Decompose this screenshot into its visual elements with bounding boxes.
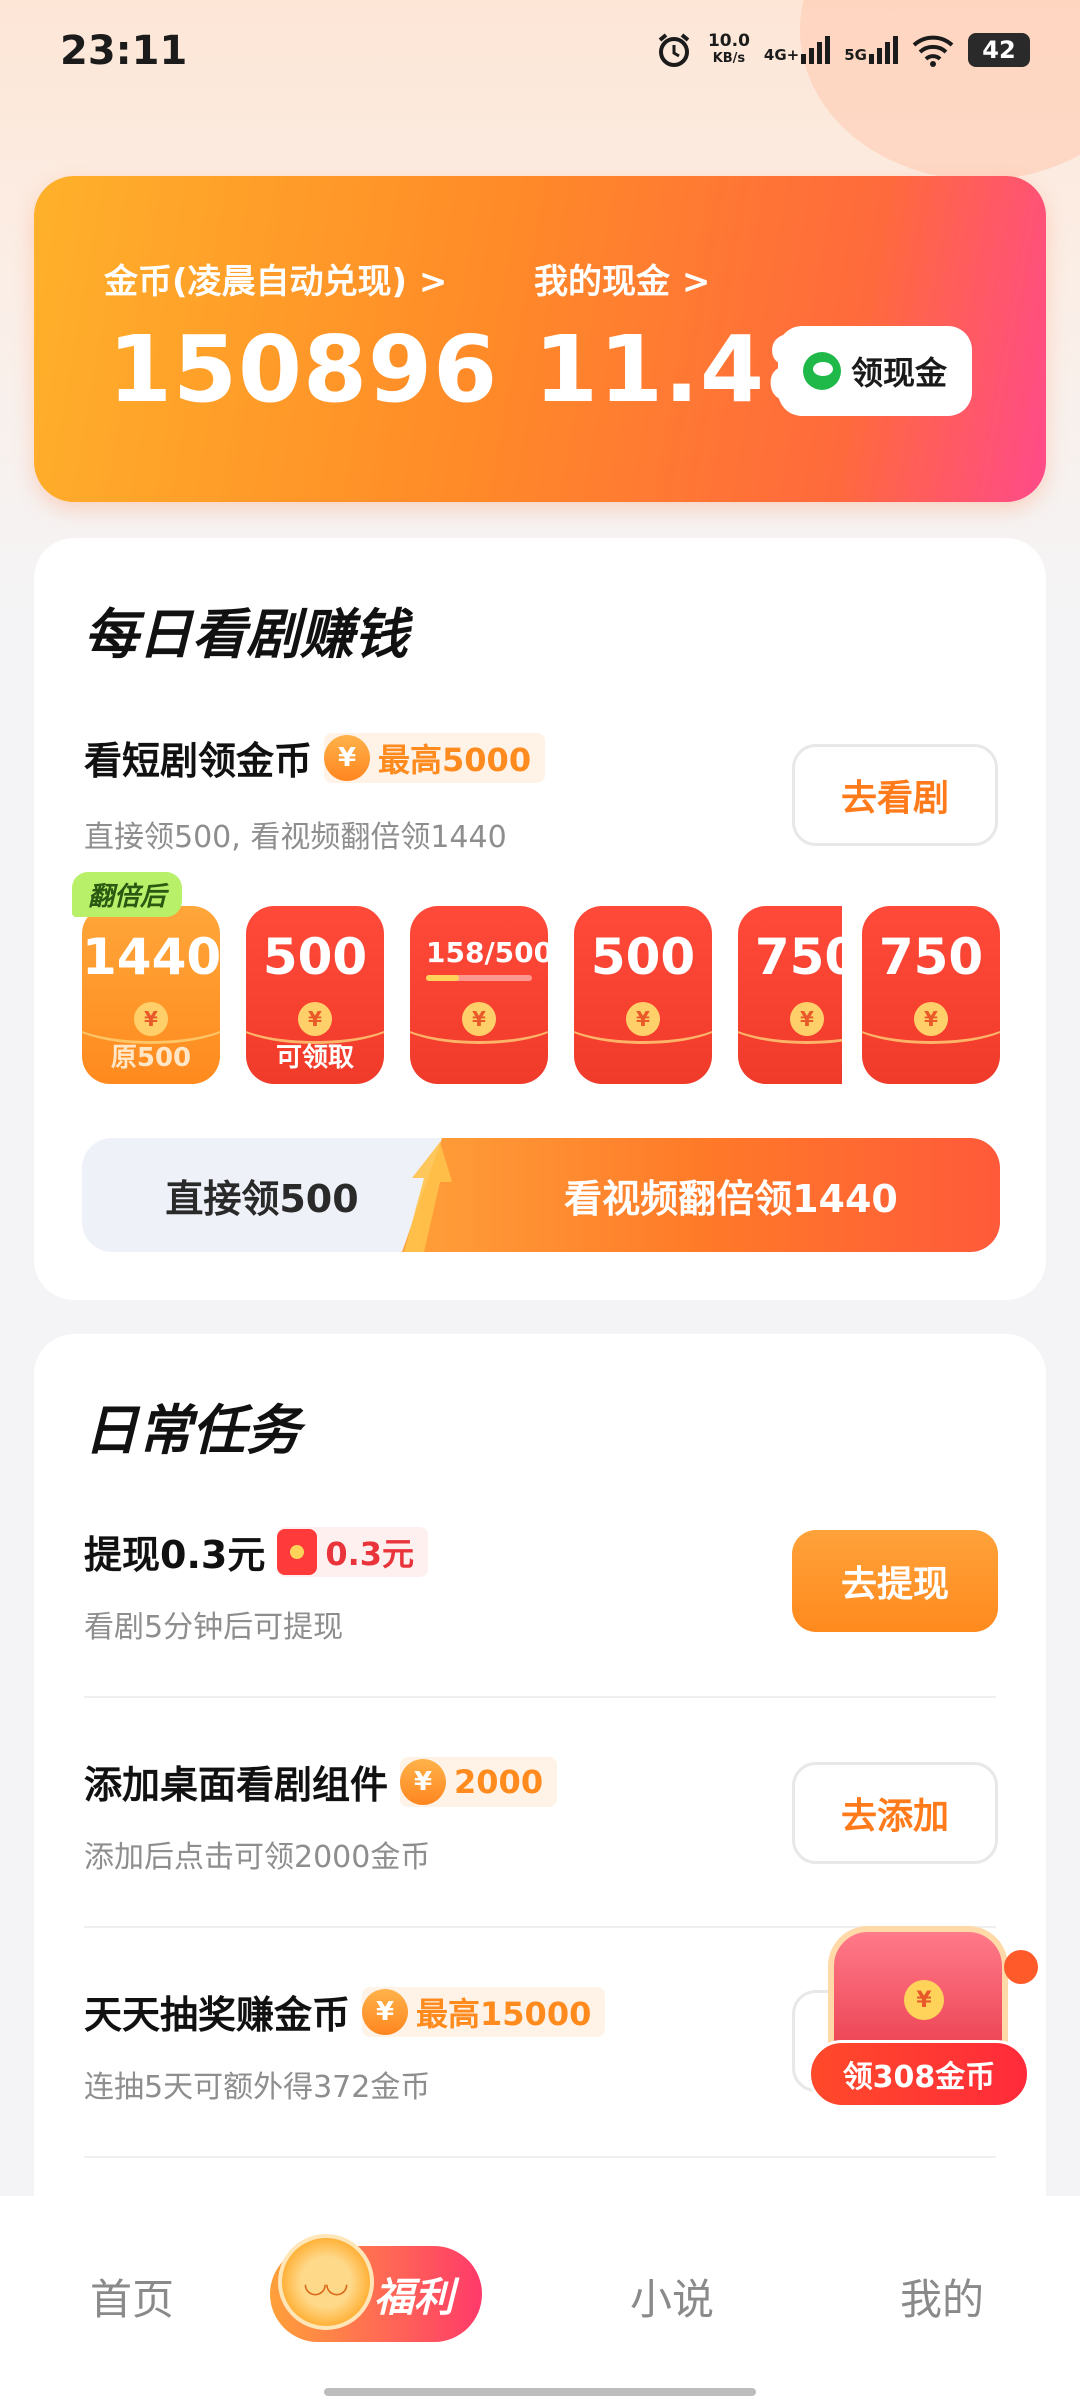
- treasure-chest-widget[interactable]: ¥ 领308金币: [808, 1916, 1038, 2116]
- cash-tag: 0.3元: [277, 1526, 429, 1577]
- red-envelope[interactable]: 1440 ¥ 原500: [82, 906, 220, 1084]
- wallet-card: 金币(凌晨自动兑现) > 150896 我的现金 > 11.48 领现金: [34, 176, 1046, 502]
- envelope-amount: 1440: [82, 928, 220, 986]
- claim-direct-button[interactable]: 直接领500: [82, 1138, 442, 1252]
- coins-value: 150896: [108, 316, 499, 423]
- battery-icon: 42: [968, 33, 1030, 67]
- withdraw-cash-label: 领现金: [850, 354, 947, 392]
- envelope-caption: 原500: [110, 1043, 192, 1073]
- yen-icon: ¥: [914, 1002, 948, 1036]
- coin-tag: ¥ 2000: [400, 1756, 558, 1807]
- coin-icon: ¥: [324, 734, 371, 781]
- yen-icon: ¥: [134, 1002, 168, 1036]
- coin-tag-text: 2000: [454, 1762, 544, 1801]
- task-title: 看短剧领金币 ¥ 最高5000: [84, 730, 546, 785]
- watch-drama-button[interactable]: 去看剧: [792, 744, 998, 846]
- task-title-text: 天天抽奖赚金币: [84, 1993, 351, 2037]
- signal-1-label: 4G+: [763, 46, 800, 64]
- claim-double-button[interactable]: 看视频翻倍领1440: [402, 1138, 1000, 1252]
- task-title-text: 提现0.3元: [84, 1533, 266, 1577]
- arrow-up-icon: [404, 1142, 452, 1252]
- cash-link[interactable]: 我的现金 >: [534, 254, 710, 303]
- section-title: 每日看剧赚钱: [84, 603, 408, 666]
- red-envelope[interactable]: 500 ¥: [574, 906, 712, 1084]
- yen-icon: ¥: [790, 1002, 824, 1036]
- red-envelope[interactable]: 500 ¥ 可领取: [246, 906, 384, 1084]
- coin-tag-text: 最高15000: [416, 1994, 592, 2033]
- red-envelope-icon: [277, 1528, 318, 1575]
- task-title-text: 添加桌面看剧组件: [84, 1763, 389, 1807]
- red-envelope[interactable]: 750 ¥: [738, 906, 842, 1084]
- yen-icon: ¥: [462, 1002, 496, 1036]
- signal-icon: 5G: [844, 36, 898, 64]
- status-icons: 10.0 KB/s 4G+ 5G 42: [654, 30, 1030, 70]
- divider: [84, 1696, 996, 1698]
- nav-novel[interactable]: 小说: [630, 2266, 714, 2327]
- coin-icon: ◡◡: [278, 2234, 374, 2330]
- claim-choice-bar: 直接领500 看视频翻倍领1440: [82, 1138, 1000, 1252]
- envelope-amount: 750: [878, 928, 984, 986]
- progress-fill: [426, 975, 460, 981]
- net-speed-unit: KB/s: [712, 51, 746, 66]
- status-bar: 23:11 10.0 KB/s 4G+ 5G 42: [0, 0, 1080, 110]
- coin-tag-text: 最高5000: [378, 740, 532, 779]
- notification-dot: [1004, 1950, 1038, 1984]
- yen-icon: ¥: [626, 1002, 660, 1036]
- net-speed: 10.0 KB/s: [708, 32, 750, 68]
- nav-welfare-label: 福利: [374, 2275, 454, 2321]
- progress-text: 158/500: [426, 936, 548, 969]
- task-title: 天天抽奖赚金币 ¥ 最高15000: [84, 1984, 606, 2039]
- status-time: 23:11: [60, 28, 188, 74]
- home-indicator: [324, 2388, 756, 2396]
- alarm-icon: [658, 33, 690, 67]
- signal-2-label: 5G: [844, 46, 867, 64]
- divider: [84, 2156, 996, 2158]
- nav-mine[interactable]: 我的: [900, 2266, 984, 2327]
- envelope-progress: 158/500: [426, 936, 548, 981]
- envelope-caption: 可领取: [275, 1043, 354, 1073]
- daily-watch-card: 每日看剧赚钱 看短剧领金币 ¥ 最高5000 直接领500, 看视频翻倍领144…: [34, 538, 1046, 1300]
- coin-tag: ¥ 最高15000: [362, 1986, 606, 2037]
- red-envelope-row: 1440 ¥ 原500 500 ¥ 可领取 158/500 ¥ 500 ¥ 75…: [82, 906, 1000, 1088]
- chest-reward-label: 领308金币: [808, 2040, 1030, 2108]
- yen-icon: ¥: [298, 1002, 332, 1036]
- coins-link[interactable]: 金币(凌晨自动兑现) >: [104, 254, 447, 303]
- section-title: 日常任务: [84, 1399, 300, 1462]
- envelope-amount: 500: [262, 928, 368, 986]
- bottom-nav: 首页 福利 ◡◡ 小说 我的: [0, 2196, 1080, 2400]
- task-title: 添加桌面看剧组件 ¥ 2000: [84, 1754, 558, 1809]
- net-speed-value: 10.0: [707, 31, 750, 51]
- task-subtitle: 添加后点击可领2000金币: [84, 1840, 431, 1875]
- wifi-icon: [912, 35, 954, 67]
- red-envelope[interactable]: 158/500 ¥: [410, 906, 548, 1084]
- red-envelope[interactable]: 750 ¥: [862, 906, 1000, 1084]
- wechat-icon: [802, 352, 841, 390]
- cash-tag-text: 0.3元: [325, 1534, 415, 1573]
- task-title: 提现0.3元 0.3元: [84, 1524, 429, 1579]
- withdraw-cash-button[interactable]: 领现金: [778, 326, 972, 416]
- task-subtitle: 连抽5天可额外得372金币: [84, 2070, 431, 2105]
- coin-icon: ¥: [400, 1758, 447, 1805]
- signal-icon: 4G+: [763, 36, 831, 64]
- withdraw-button[interactable]: 去提现: [792, 1530, 998, 1632]
- yen-icon: ¥: [904, 1980, 944, 2020]
- task-subtitle: 直接领500, 看视频翻倍领1440: [84, 820, 507, 855]
- coin-tag: ¥ 最高5000: [324, 732, 546, 783]
- nav-home[interactable]: 首页: [90, 2266, 174, 2327]
- task-subtitle: 看剧5分钟后可提现: [84, 1610, 344, 1645]
- coin-icon: ¥: [362, 1988, 409, 2035]
- envelope-amount: 500: [590, 928, 696, 986]
- envelope-amount: 750: [754, 928, 842, 986]
- task-title-text: 看短剧领金币: [84, 739, 313, 783]
- add-widget-button[interactable]: 去添加: [792, 1762, 998, 1864]
- doubled-badge: 翻倍后: [72, 872, 183, 917]
